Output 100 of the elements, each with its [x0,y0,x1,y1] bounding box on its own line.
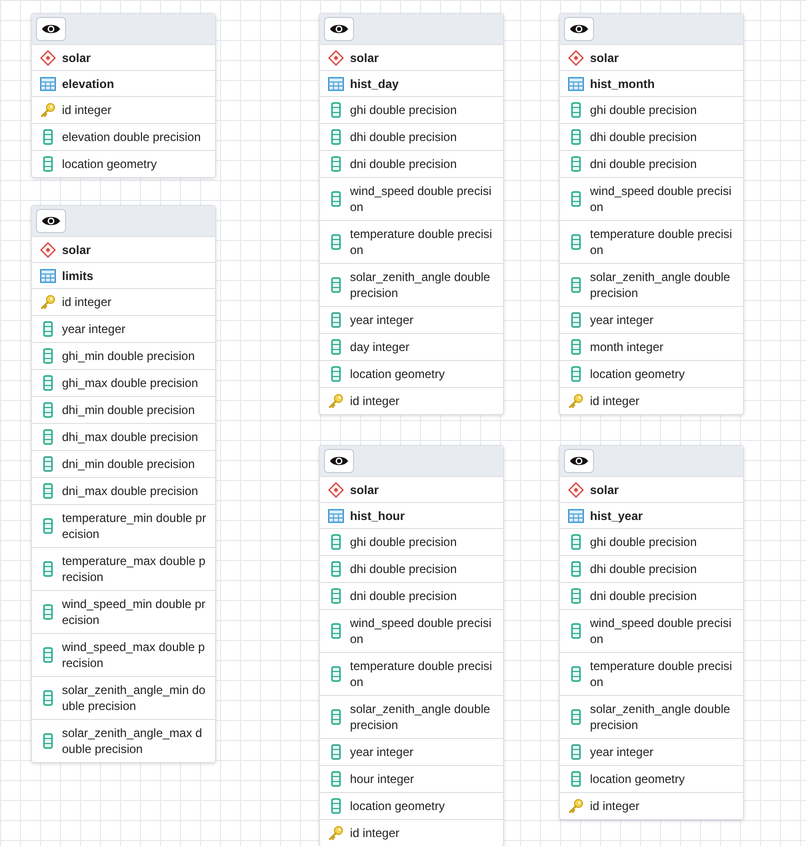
column-icon [43,456,53,472]
eye-icon [41,22,61,36]
column-label: dhi_max double precision [62,429,198,445]
column-icon [331,102,341,118]
column-icon [571,561,581,577]
column-icon [331,561,341,577]
column-label: id integer [590,798,640,814]
column-label: dni_max double precision [62,483,198,499]
column-icon [43,518,53,534]
column-label: ghi double precision [350,102,457,118]
column-label: location geometry [590,771,685,787]
column-label: temperature double precision [590,226,734,258]
diamond-icon [568,50,584,66]
column-label: id integer [590,393,640,409]
eye-icon [41,214,61,228]
column-label: wind_speed double precision [590,183,732,215]
table-node[interactable]: solar elevation id integer elevation double precision location geometry [31,13,216,178]
column-label: solar_zenith_angle double precision [350,269,492,301]
column-icon [331,156,341,172]
details-toggle-button[interactable] [36,209,66,233]
schema-name: solar [590,50,619,66]
column-label: location geometry [350,366,445,382]
details-toggle-button[interactable] [564,17,594,41]
column-icon [331,709,341,725]
column-label: elevation double precision [62,129,201,145]
column-label: ghi double precision [590,102,697,118]
column-icon [331,129,341,145]
column-label: location geometry [350,798,445,814]
column-label: wind_speed double precision [350,615,492,647]
table-node[interactable] [559,13,744,415]
column-label: year integer [350,312,414,328]
column-icon [43,429,53,445]
column-label: id integer [62,294,112,310]
details-toggle-button[interactable] [564,449,594,473]
column-label: solar_zenith_angle double precision [350,701,492,733]
column-icon [571,366,581,382]
column-icon [571,709,581,725]
key-icon [328,825,344,841]
column-icon [43,733,53,749]
column-icon [43,483,53,499]
table-name: hist_day [350,76,399,92]
column-label: year integer [590,744,654,760]
column-icon [571,771,581,787]
schema-name: solar [62,50,91,66]
column-label: year integer [350,744,414,760]
column-icon [43,348,53,364]
diamond-icon [568,482,584,498]
column-icon [571,129,581,145]
details-toggle-button[interactable] [324,17,354,41]
column-icon [331,312,341,328]
column-icon [331,771,341,787]
column-icon [331,191,341,207]
column-icon [571,588,581,604]
column-label: id integer [350,825,400,841]
column-icon [43,321,53,337]
column-label: solar_zenith_angle_min double precision [62,682,206,714]
diamond-icon [40,50,56,66]
column-icon [331,277,341,293]
column-label: dhi double precision [350,561,457,577]
key-icon [568,798,584,814]
column-label: solar_zenith_angle double precision [590,269,732,301]
table-icon [40,76,56,90]
column-label: ghi_max double precision [62,375,198,391]
column-label: temperature_min double precision [62,510,207,542]
column-label: dhi double precision [350,129,457,145]
column-label: location geometry [590,366,685,382]
key-icon [568,393,584,409]
table-node[interactable] [319,13,504,415]
column-icon [571,744,581,760]
column-label: year integer [62,321,126,337]
column-icon [43,561,53,577]
column-label: temperature double precision [350,226,494,258]
table-node[interactable] [559,445,744,820]
table-node[interactable] [319,445,504,846]
details-toggle-button[interactable] [324,449,354,473]
column-icon [43,156,53,172]
eye-icon [569,22,589,36]
column-icon [43,402,53,418]
column-label: wind_speed double precision [590,615,732,647]
table-node[interactable] [31,205,216,763]
column-label: dni double precision [350,156,457,172]
column-label: temperature double precision [350,658,494,690]
details-toggle-button[interactable] [36,17,66,41]
column-icon [43,647,53,663]
column-icon [571,191,581,207]
schema-name: solar [350,50,379,66]
column-icon [571,623,581,639]
key-icon [328,393,344,409]
table-name: hist_month [590,76,655,92]
column-label: day integer [350,339,410,355]
diamond-icon [40,242,56,258]
column-label: ghi_min double precision [62,348,195,364]
column-icon [571,534,581,550]
column-icon [43,375,53,391]
column-icon [571,156,581,172]
table-icon [568,76,584,90]
column-icon [331,588,341,604]
column-icon [331,798,341,814]
column-icon [43,129,53,145]
column-icon [571,234,581,250]
